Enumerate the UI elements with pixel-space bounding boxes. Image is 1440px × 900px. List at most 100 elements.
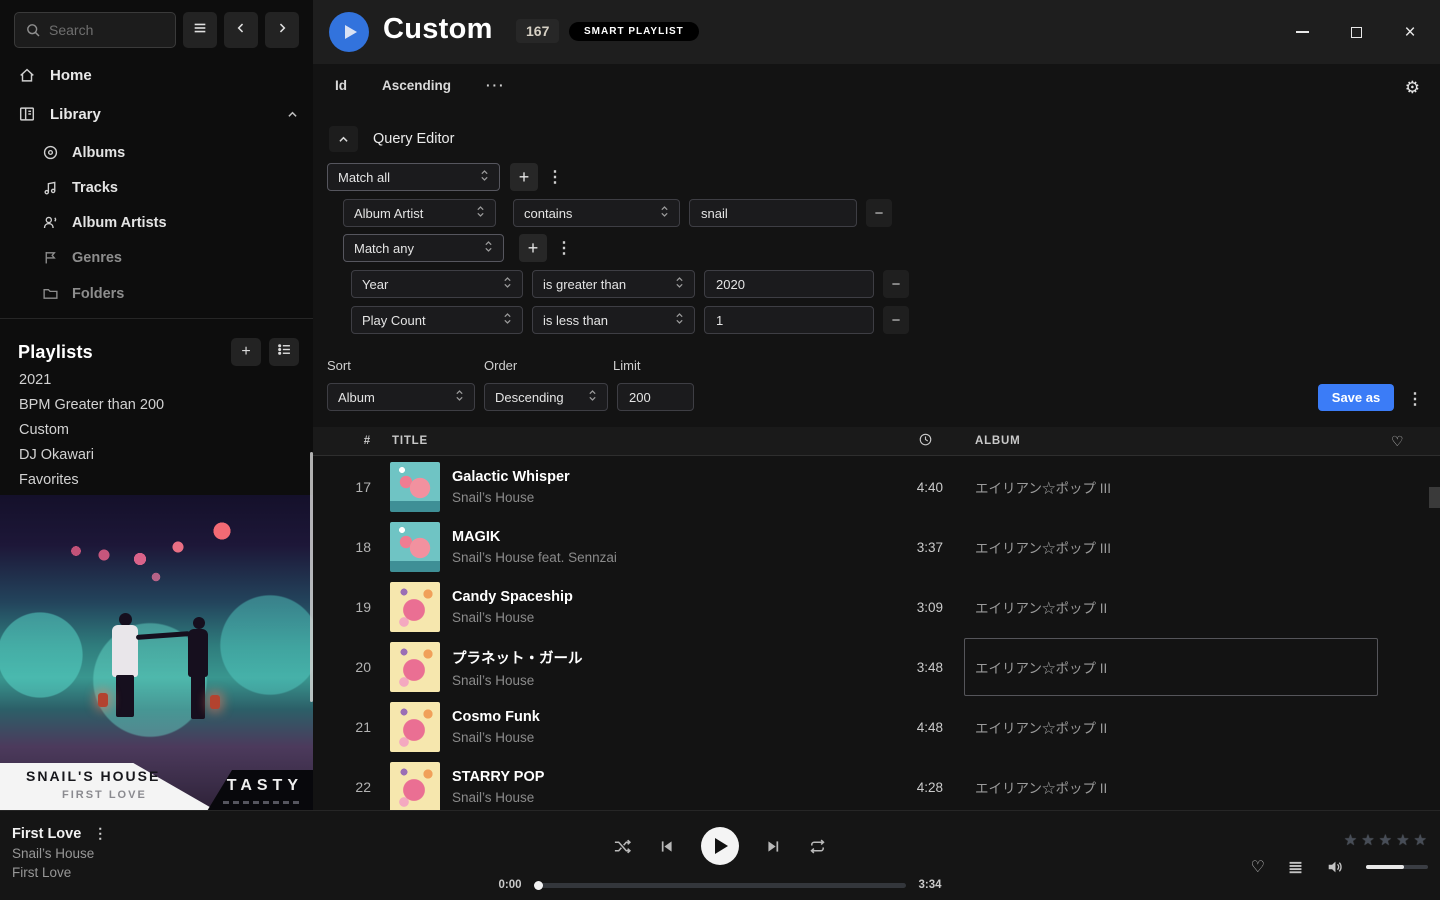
seek-thumb[interactable] <box>534 881 543 890</box>
column-header-index[interactable]: # <box>313 435 371 447</box>
sidebar-item-library[interactable]: Library <box>18 105 299 123</box>
playlist-item[interactable]: 2021 <box>19 372 51 388</box>
shuffle-button[interactable] <box>613 837 632 856</box>
sidebar-item-folders[interactable]: Folders <box>42 285 124 302</box>
smart-playlist-badge: SMART PLAYLIST <box>569 22 699 41</box>
column-header-title[interactable]: TITLE <box>392 435 428 447</box>
duration-clock-icon[interactable] <box>918 432 933 450</box>
nav-back-button[interactable] <box>224 12 258 48</box>
select-arrows-icon <box>480 168 489 186</box>
match-type-select-1[interactable]: Match all <box>327 163 500 191</box>
add-rule-button-1[interactable]: + <box>510 163 538 191</box>
playlist-item[interactable]: Custom <box>19 422 69 438</box>
plus-icon: + <box>519 167 530 188</box>
volume-slider[interactable] <box>1366 865 1428 869</box>
limit-input[interactable] <box>617 383 694 411</box>
group-options-kebab-2[interactable]: ⋮ <box>556 238 570 258</box>
rule3-field-select[interactable]: Play Count <box>351 306 523 334</box>
volume-button[interactable] <box>1326 858 1344 876</box>
rule3-operator-select[interactable]: is less than <box>532 306 695 334</box>
save-as-button[interactable]: Save as <box>1318 384 1394 411</box>
rule1-value-input[interactable] <box>689 199 857 227</box>
table-row[interactable]: 22 STARRY POPSnail’s House 4:28 エイリアン☆ポッ… <box>313 757 1440 810</box>
sidebar-item-album-artists[interactable]: Album Artists <box>42 214 167 231</box>
favorite-heart-icon[interactable]: ♡ <box>1391 433 1404 450</box>
favorite-button[interactable]: ♡ <box>1251 857 1265 877</box>
queue-button[interactable] <box>1287 859 1304 876</box>
seek-slider[interactable] <box>535 883 906 888</box>
star-icon[interactable]: ★ <box>1344 831 1357 849</box>
albums-disc-icon <box>42 144 59 161</box>
star-icon[interactable]: ★ <box>1379 831 1392 849</box>
rule2-field-select[interactable]: Year <box>351 270 523 298</box>
rule1-operator-select[interactable]: contains <box>513 199 680 227</box>
table-row[interactable]: 19 Candy SpaceshipSnail’s House 3:09 エイリ… <box>313 577 1440 637</box>
star-glyph: ★ <box>1396 832 1409 849</box>
match-type-select-2[interactable]: Match any <box>343 234 504 262</box>
play-playlist-button[interactable] <box>329 12 369 52</box>
main-scrollbar-thumb[interactable] <box>1429 487 1440 508</box>
rule1-field-select[interactable]: Album Artist <box>343 199 496 227</box>
sidebar-item-tracks[interactable]: Tracks <box>42 179 118 196</box>
star-icon[interactable]: ★ <box>1414 831 1427 849</box>
star-icon[interactable]: ★ <box>1361 831 1374 849</box>
window-maximize-button[interactable] <box>1340 16 1372 48</box>
search-box[interactable] <box>14 12 176 48</box>
table-row[interactable]: 21 Cosmo FunkSnail’s House 4:48 エイリアン☆ポッ… <box>313 697 1440 757</box>
order-select[interactable]: Descending <box>484 383 608 411</box>
track-album: エイリアン☆ポップ III <box>975 477 1440 497</box>
rule2-remove-button[interactable]: − <box>883 270 909 298</box>
sidebar-item-albums[interactable]: Albums <box>42 144 125 161</box>
track-artist: Snail’s House <box>452 673 872 688</box>
previous-track-button[interactable] <box>658 838 675 855</box>
select-arrows-icon <box>675 275 684 293</box>
play-pause-button[interactable] <box>701 827 739 865</box>
table-row[interactable]: 18 MAGIKSnail’s House feat. Sennzai 3:37… <box>313 517 1440 577</box>
collapse-chevron-icon[interactable] <box>286 108 299 121</box>
menu-button[interactable] <box>183 12 217 48</box>
track-album: エイリアン☆ポップ II <box>975 717 1440 737</box>
save-options-kebab[interactable]: ⋮ <box>1407 389 1421 409</box>
sort-select[interactable]: Album <box>327 383 475 411</box>
repeat-button[interactable] <box>808 837 827 856</box>
track-album-art <box>390 762 440 810</box>
playlist-list-button[interactable] <box>269 338 299 366</box>
star-icon[interactable]: ★ <box>1396 831 1409 849</box>
playlist-item[interactable]: DJ Okawari <box>19 447 94 463</box>
nav-forward-button[interactable] <box>265 12 299 48</box>
now-playing-album[interactable]: First Love <box>12 865 107 880</box>
table-row[interactable]: 20 プラネット・ガールSnail’s House 3:48 エイリアン☆ポップ… <box>313 637 1440 697</box>
rule1-remove-button[interactable]: − <box>866 199 892 227</box>
track-list: 17 Galactic WhisperSnail’s House 4:40 エイ… <box>313 457 1440 810</box>
track-number: 19 <box>313 599 371 615</box>
rule3-remove-button[interactable]: − <box>883 306 909 334</box>
window-close-button[interactable]: × <box>1394 16 1426 48</box>
settings-gear-icon[interactable]: ⚙ <box>1405 78 1420 98</box>
next-track-button[interactable] <box>765 838 782 855</box>
close-icon: × <box>1404 23 1415 42</box>
sidebar-item-home[interactable]: Home <box>18 66 92 84</box>
more-options-ellipsis[interactable]: ··· <box>486 78 506 93</box>
group-options-kebab-1[interactable]: ⋮ <box>547 167 561 187</box>
query-editor-collapse-button[interactable] <box>329 126 358 152</box>
search-input[interactable] <box>49 22 159 38</box>
window-minimize-button[interactable] <box>1286 16 1318 48</box>
rule2-operator-select[interactable]: is greater than <box>532 270 695 298</box>
add-playlist-button[interactable]: + <box>231 338 261 366</box>
playlist-item[interactable]: BPM Greater than 200 <box>19 397 164 413</box>
column-header-album[interactable]: ALBUM <box>975 435 1021 447</box>
table-row[interactable]: 17 Galactic WhisperSnail’s House 4:40 エイ… <box>313 457 1440 517</box>
sort-field-control[interactable]: Id <box>335 78 347 93</box>
track-title: STARRY POP <box>452 769 872 785</box>
limit-label: Limit <box>613 358 640 373</box>
list-icon <box>277 342 292 362</box>
add-rule-button-2[interactable]: + <box>519 234 547 262</box>
sort-order-control[interactable]: Ascending <box>382 78 451 93</box>
playlist-item[interactable]: Favorites <box>19 472 79 488</box>
now-playing-album-art: SNAIL'S HOUSE FIRST LOVE TASTY <box>0 495 313 810</box>
rule3-value-input[interactable] <box>704 306 874 334</box>
home-icon <box>18 66 36 84</box>
rule2-value-input[interactable] <box>704 270 874 298</box>
track-album: エイリアン☆ポップ II <box>975 597 1440 617</box>
sidebar-item-genres[interactable]: Genres <box>42 249 122 266</box>
